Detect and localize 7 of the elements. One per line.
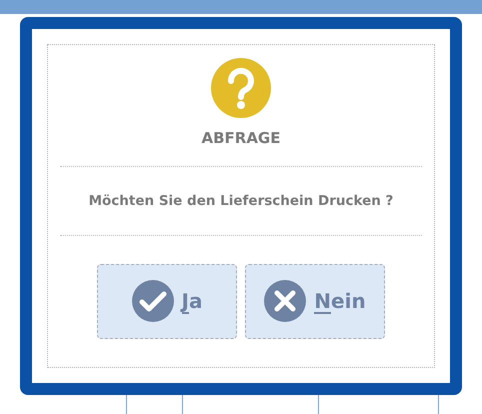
- dialog-message: Möchten Sie den Lieferschein Drucken ?: [88, 192, 394, 210]
- check-icon: [132, 280, 174, 322]
- question-icon: [210, 57, 272, 119]
- close-icon: [264, 280, 306, 322]
- yes-button[interactable]: Ja: [97, 264, 237, 339]
- no-button[interactable]: Nein: [245, 264, 385, 339]
- dialog-title: ABFRAGE: [201, 128, 280, 149]
